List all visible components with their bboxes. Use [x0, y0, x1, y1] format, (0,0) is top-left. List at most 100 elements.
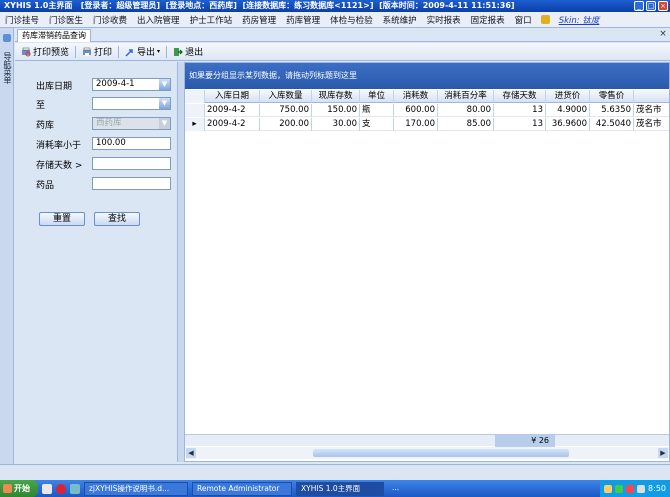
menu-outpatient-charge[interactable]: 门诊收费 [88, 14, 132, 26]
drug-input[interactable] [92, 177, 171, 190]
print-preview-label: 打印预览 [33, 48, 70, 58]
task-manual-doc[interactable]: zjXYHIS操作说明书.d... [84, 481, 188, 496]
lock-icon[interactable] [540, 15, 550, 24]
toolbar: 打印预览 打印 导出 ▾ 退出 [15, 43, 670, 61]
system-tray: 8:50 [600, 480, 670, 497]
print-label: 打印 [94, 48, 113, 58]
menu-admission[interactable]: 出入院管理 [132, 14, 185, 26]
exit-button[interactable]: 退出 [169, 45, 207, 58]
header-extra[interactable] [634, 90, 669, 103]
cell-consumed: 170.00 [394, 118, 438, 131]
start-button[interactable]: 开始 [0, 480, 38, 497]
storage-days-input[interactable] [92, 157, 171, 170]
menu-bar: 门诊挂号 门诊医生 门诊收费 出入院管理 护士工作站 药房管理 药库管理 体检与… [0, 12, 670, 28]
tab-close-icon[interactable]: × [658, 30, 668, 40]
header-retail-price[interactable]: 零售价 [590, 90, 634, 103]
group-by-hint[interactable]: 如果要分组显示某列数据，请拖动列标题到这里 [185, 63, 669, 89]
quicklaunch-browser-icon[interactable] [42, 483, 52, 494]
header-unit[interactable]: 单位 [360, 90, 394, 103]
print-button[interactable]: 打印 [78, 45, 116, 58]
title-text: XYHIS 1.0主界面 [登录者：超级管理员] [登录地点：西药库] [连接数… [4, 0, 515, 12]
consume-rate-value: 100.00 [96, 138, 126, 148]
window-controls: _ □ × [634, 0, 668, 11]
menu-outpatient-register[interactable]: 门诊挂号 [0, 14, 44, 26]
title-bar: XYHIS 1.0主界面 [登录者：超级管理员] [登录地点：西药库] [连接数… [0, 0, 670, 12]
tab-drug-unsold-query[interactable]: 药库滞销药品查询 [17, 29, 91, 42]
header-stock-qty[interactable]: 现库存数 [312, 90, 360, 103]
header-in-qty[interactable]: 入库数量 [260, 90, 312, 103]
cell-extra: 茂名市 [636, 119, 662, 129]
tray-security-icon[interactable] [615, 484, 624, 493]
scroll-thumb[interactable] [313, 449, 569, 457]
cell-stock-qty: 30.00 [312, 118, 360, 131]
header-consumed[interactable]: 消耗数 [394, 90, 438, 103]
menu-nurse-station[interactable]: 护士工作站 [185, 14, 238, 26]
table-row[interactable]: ▸ 2009-4-2 200.00 30.00 支 170.00 85.00 1… [185, 118, 669, 131]
quicklaunch-desktop-icon[interactable] [70, 483, 80, 494]
task-more[interactable]: ... [388, 482, 418, 496]
menu-window[interactable]: 窗口 [510, 14, 537, 26]
menu-pharmacy[interactable]: 药房管理 [237, 14, 281, 26]
maximize-button[interactable]: □ [646, 1, 656, 11]
header-consume-rate[interactable]: 消耗百分率 [438, 90, 494, 103]
printer-icon [82, 47, 92, 57]
search-button[interactable]: 查找 [94, 212, 140, 226]
cell-consume-rate: 85.00 [438, 118, 494, 131]
exit-label: 退出 [185, 48, 204, 58]
consume-rate-input[interactable]: 100.00 [92, 137, 171, 150]
taskbar: 开始 zjXYHIS操作说明书.d... Remote Administrato… [0, 480, 670, 497]
connection-info: [连接数据库：练习数据库<1121>] [242, 1, 374, 10]
clock[interactable]: 8:50 [648, 484, 666, 493]
menu-fixed-report[interactable]: 固定报表 [466, 14, 510, 26]
result-grid: 如果要分组显示某列数据，请拖动列标题到这里 入库日期 入库数量 现库存数 单位 … [184, 62, 670, 462]
cell-storage-days: 13 [494, 104, 546, 117]
header-in-date[interactable]: 入库日期 [205, 90, 260, 103]
login-user: [登录者：超级管理员] [80, 1, 161, 10]
navigation-strip[interactable]: 导航菜单 [0, 28, 14, 464]
task-xyhis-main[interactable]: XYHIS 1.0主界面 [296, 481, 384, 496]
print-preview-button[interactable]: 打印预览 [17, 45, 73, 58]
menu-realtime-report[interactable]: 实时报表 [422, 14, 466, 26]
to-date-field[interactable]: ▼ [92, 97, 171, 110]
menu-checkup-lab[interactable]: 体检与检验 [325, 14, 378, 26]
task-remote-admin[interactable]: Remote Administrator [192, 481, 292, 496]
warehouse-label: 药库 [36, 121, 55, 131]
chevron-down-icon[interactable]: ▼ [159, 98, 170, 109]
toolbar-divider [75, 45, 77, 58]
export-button[interactable]: 导出 ▾ [121, 45, 164, 58]
menu-drug-warehouse[interactable]: 药库管理 [281, 14, 325, 26]
export-label: 导出 [137, 48, 156, 58]
consume-rate-label: 消耗率小于 [36, 141, 82, 151]
menu-outpatient-doctor[interactable]: 门诊医生 [44, 14, 88, 26]
scroll-left-icon[interactable]: ◀ [186, 448, 196, 458]
cell-purchase-price: 4.9000 [546, 104, 590, 117]
grid-footer: ¥ 26 [185, 434, 669, 447]
tray-volume-icon[interactable] [637, 484, 646, 493]
row-indicator [185, 104, 205, 117]
tray-alert-icon[interactable] [626, 484, 635, 493]
chevron-down-icon[interactable]: ▼ [159, 79, 170, 90]
cell-in-date: 2009-4-2 [205, 118, 260, 131]
header-storage-days[interactable]: 存储天数 [494, 90, 546, 103]
tray-network-icon[interactable] [604, 484, 613, 493]
cell-retail-price: 5.6350 [590, 104, 634, 117]
skin-selector[interactable]: Skin: 钛度 [554, 14, 605, 26]
scroll-right-icon[interactable]: ▶ [658, 448, 668, 458]
header-purchase-price[interactable]: 进货价 [546, 90, 590, 103]
in-date-field[interactable]: 2009-4-1 ▼ [92, 78, 171, 91]
to-date-label: 至 [36, 101, 46, 111]
minimize-button[interactable]: _ [634, 1, 644, 11]
close-button[interactable]: × [658, 1, 668, 11]
menu-system[interactable]: 系统维护 [378, 14, 422, 26]
in-date-value: 2009-4-1 [96, 79, 135, 89]
app-title: XYHIS 1.0主界面 [4, 1, 73, 10]
horizontal-scrollbar[interactable]: ◀ ▶ [185, 447, 669, 459]
quicklaunch-app-icon[interactable] [56, 483, 66, 494]
navigation-label: 导航菜单 [3, 52, 12, 84]
print-preview-icon [21, 47, 31, 57]
table-row[interactable]: 2009-4-2 750.00 150.00 瓶 600.00 80.00 13… [185, 104, 669, 117]
reset-button[interactable]: 重置 [39, 212, 85, 226]
navigation-icon [3, 34, 11, 42]
status-bar [0, 464, 670, 478]
warehouse-value: 西药库 [96, 118, 122, 128]
